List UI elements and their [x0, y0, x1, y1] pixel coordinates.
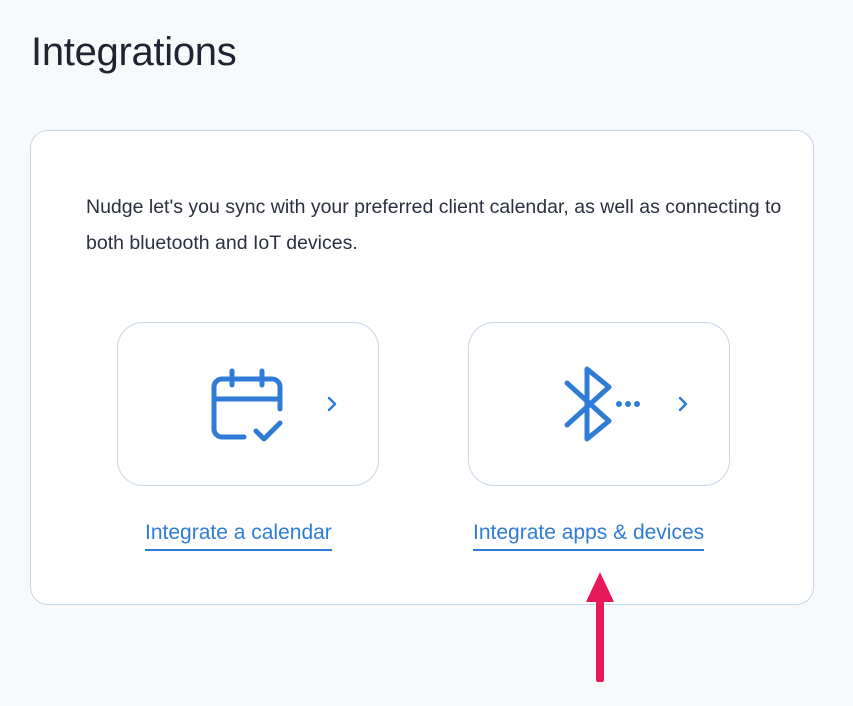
calendar-option-card[interactable] [117, 322, 379, 486]
integrations-panel: Nudge let's you sync with your preferred… [30, 130, 814, 605]
panel-description: Nudge let's you sync with your preferred… [86, 196, 782, 254]
chevron-right-icon [678, 396, 688, 412]
calendar-check-icon [211, 368, 283, 442]
page-title: Integrations [31, 30, 237, 74]
devices-option-card[interactable] [468, 322, 730, 486]
integrate-devices-link[interactable]: Integrate apps & devices [473, 520, 705, 552]
chevron-right-icon [327, 396, 337, 412]
annotation-arrow-up-icon [586, 572, 614, 682]
bluetooth-icon [564, 366, 640, 442]
integrate-calendar-link[interactable]: Integrate a calendar [145, 520, 332, 552]
